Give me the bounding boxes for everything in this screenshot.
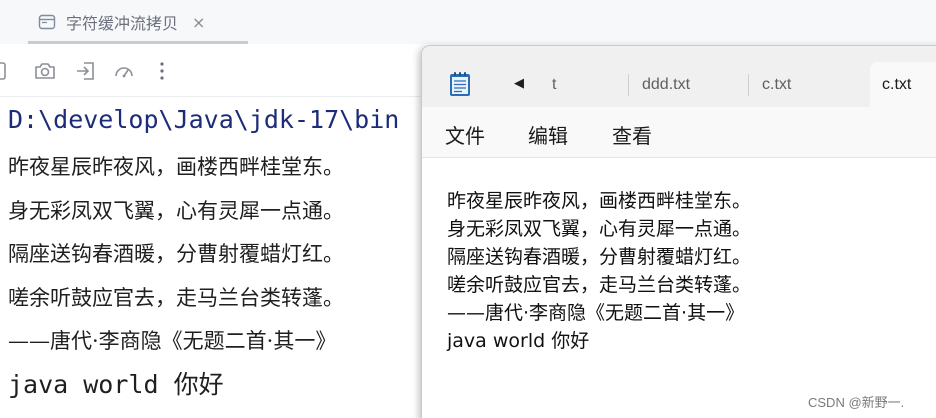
tab-t[interactable]: t	[552, 62, 556, 107]
tab-label: c.txt	[762, 75, 792, 93]
gauge-icon[interactable]	[112, 59, 136, 83]
tab-label: t	[552, 75, 557, 93]
console-line: 嗟余听鼓应官去，走马兰台类转蓬。	[8, 286, 344, 310]
notepad-window: ◀ t ddd.txt c.txt c.txt 文件 编辑 查看 昨夜星辰昨夜风…	[421, 45, 936, 418]
text-line: java world 你好	[447, 330, 590, 352]
tab-separator	[748, 74, 749, 96]
watermark: CSDN @新野一.	[808, 395, 905, 410]
desktop-screenshot: 字符缓冲流拷贝 × D:\develop\Java\jdk-17\bin 昨夜星…	[0, 0, 936, 418]
tab-scroll-left-icon[interactable]: ◀	[514, 76, 524, 91]
menu-edit[interactable]: 编辑	[528, 120, 568, 149]
text-line: ——唐代·李商隐《无题二首·其一》	[447, 302, 745, 324]
menu-file[interactable]: 文件	[445, 120, 485, 149]
close-icon[interactable]: ×	[192, 13, 205, 32]
tab-separator	[628, 74, 629, 96]
stop-icon[interactable]	[0, 59, 16, 83]
window-icon	[38, 14, 56, 30]
tab-label: ddd.txt	[642, 75, 691, 93]
login-icon[interactable]	[74, 59, 98, 83]
more-vertical-icon[interactable]	[150, 59, 174, 83]
ide-tab-file[interactable]: 字符缓冲流拷贝 ×	[28, 0, 248, 44]
tab-c-txt-active[interactable]: c.txt	[870, 62, 936, 107]
console-line: ——唐代·李商隐《无题二首·其一》	[8, 329, 337, 353]
text-line: 隔座送钩春酒暖，分曹射覆蜡灯红。	[447, 246, 752, 268]
console-line: 昨夜星辰昨夜风，画楼西畔桂堂东。	[8, 155, 344, 179]
ide-tab-bar: 字符缓冲流拷贝 ×	[0, 0, 936, 44]
text-line: 昨夜星辰昨夜风，画楼西畔桂堂东。	[447, 190, 752, 212]
menu-view[interactable]: 查看	[612, 120, 652, 149]
tab-ddd-txt[interactable]: ddd.txt	[642, 62, 690, 107]
tab-c-txt[interactable]: c.txt	[762, 62, 791, 107]
ide-tab-label: 字符缓冲流拷贝	[66, 14, 179, 33]
ide-tab-active-indicator	[28, 41, 248, 44]
text-line: 嗟余听鼓应官去，走马兰台类转蓬。	[447, 274, 752, 296]
notepad-title-bar: ◀ t ddd.txt c.txt c.txt	[422, 46, 936, 107]
camera-icon[interactable]	[33, 59, 57, 83]
notepad-text-area[interactable]: 昨夜星辰昨夜风，画楼西畔桂堂东。 身无彩凤双飞翼，心有灵犀一点通。 隔座送钩春酒…	[422, 158, 936, 418]
console-line: 隔座送钩春酒暖，分曹射覆蜡灯红。	[8, 242, 344, 266]
console-command-path: D:\develop\Java\jdk-17\bin	[8, 105, 400, 134]
tab-label: c.txt	[882, 75, 912, 93]
console-line: 身无彩凤双飞翼，心有灵犀一点通。	[8, 199, 344, 223]
text-line: 身无彩凤双飞翼，心有灵犀一点通。	[447, 218, 752, 240]
console-line: java world 你好	[8, 370, 224, 399]
notepad-menu-bar: 文件 编辑 查看	[422, 107, 936, 158]
notepad-app-icon	[450, 72, 470, 96]
